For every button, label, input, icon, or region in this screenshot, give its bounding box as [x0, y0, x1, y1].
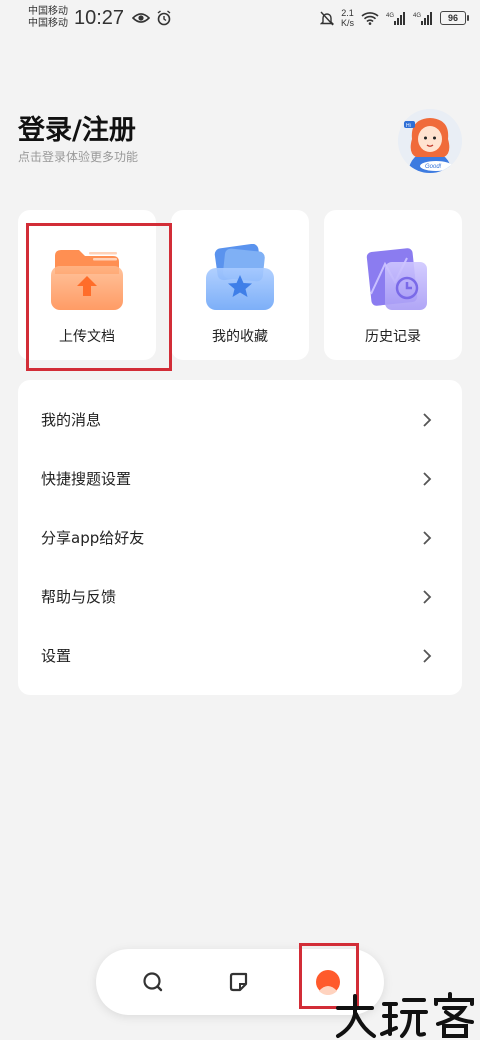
watermark-logo — [336, 992, 474, 1038]
menu-item-share-app[interactable]: 分享app给好友 — [18, 508, 462, 567]
menu-item-quick-search-settings[interactable]: 快捷搜题设置 — [18, 449, 462, 508]
net-speed: 2.1 K/s — [341, 8, 354, 28]
menu-item-label: 帮助与反馈 — [41, 588, 117, 606]
battery-icon: 96 — [440, 11, 469, 25]
menu-item-label: 设置 — [41, 647, 72, 665]
menu-item-my-messages[interactable]: 我的消息 — [18, 390, 462, 449]
favorites-folder-icon — [202, 243, 278, 312]
net-speed-value: 2.1 — [341, 8, 354, 18]
clock: 10:27 — [74, 6, 125, 29]
chevron-right-icon — [423, 648, 432, 663]
login-subtitle[interactable]: 点击登录体验更多功能 — [18, 148, 138, 165]
chevron-right-icon — [423, 412, 432, 427]
history-clock-icon — [355, 244, 431, 312]
login-register-title[interactable]: 登录/注册 — [18, 108, 136, 147]
svg-text:4G: 4G — [413, 13, 421, 19]
chevron-right-icon — [423, 471, 432, 486]
carrier-1: 中国移动 — [28, 6, 68, 17]
carrier-2: 中国移动 — [28, 18, 68, 29]
svg-text:Good!: Good! — [425, 164, 442, 170]
menu-item-label: 分享app给好友 — [41, 529, 145, 547]
eye-icon — [132, 12, 151, 24]
carrier-info: 中国移动 中国移动 — [28, 6, 68, 30]
menu-list: 我的消息 快捷搜题设置 分享app给好友 帮助与反馈 设置 — [18, 380, 462, 695]
menu-item-settings[interactable]: 设置 — [18, 626, 462, 685]
search-icon[interactable] — [138, 967, 168, 997]
status-bar: 中国移动 中国移动 10:27 2.1 K/s 4G 4G 96 — [0, 0, 480, 36]
net-speed-unit: K/s — [340, 18, 354, 28]
chevron-right-icon — [423, 530, 432, 545]
notes-icon[interactable] — [224, 967, 254, 997]
chevron-right-icon — [423, 589, 432, 604]
card-label: 我的收藏 — [212, 329, 268, 345]
mute-bell-icon — [319, 11, 334, 26]
wifi-icon — [361, 11, 379, 25]
menu-item-label: 快捷搜题设置 — [41, 470, 132, 488]
signal-4g-icon: 4G — [413, 11, 433, 25]
signal-4g-icon: 4G — [386, 11, 406, 25]
avatar[interactable]: Hi Good! — [398, 109, 462, 173]
history-card[interactable]: 历史记录 — [324, 210, 462, 360]
menu-item-label: 我的消息 — [41, 411, 102, 429]
svg-text:Hi: Hi — [406, 123, 411, 129]
highlight-box-upload — [26, 223, 172, 371]
alarm-icon — [156, 10, 172, 26]
menu-item-help-feedback[interactable]: 帮助与反馈 — [18, 567, 462, 626]
card-label: 历史记录 — [365, 329, 421, 345]
svg-text:4G: 4G — [386, 13, 394, 19]
my-favorites-card[interactable]: 我的收藏 — [171, 210, 309, 360]
